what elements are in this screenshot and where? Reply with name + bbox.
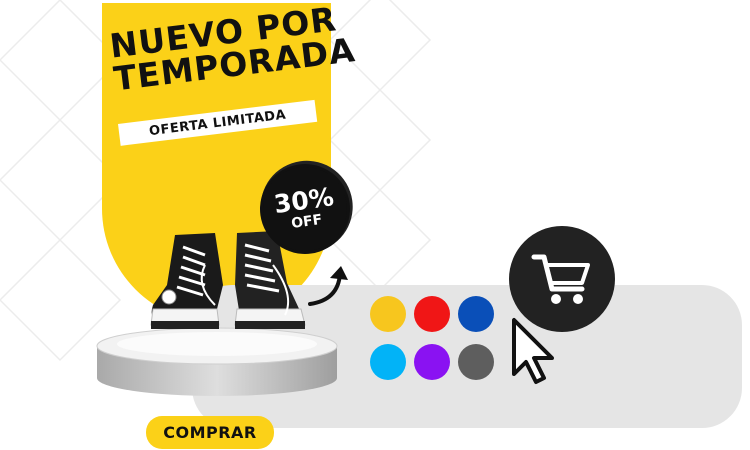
color-swatch-purple[interactable] [414, 344, 450, 380]
curved-arrow-icon [308, 266, 348, 306]
shopping-cart-icon [531, 254, 590, 304]
color-swatch-yellow[interactable] [370, 296, 406, 332]
cursor-pointer-icon [512, 318, 554, 384]
discount-value: 30% [272, 182, 336, 220]
buy-button[interactable]: COMPRAR [146, 416, 274, 449]
discount-label: OFF [290, 211, 324, 232]
color-swatch-blue[interactable] [458, 296, 494, 332]
color-swatch-sky-blue[interactable] [370, 344, 406, 380]
color-swatch-red[interactable] [414, 296, 450, 332]
color-swatch-gray[interactable] [458, 344, 494, 380]
